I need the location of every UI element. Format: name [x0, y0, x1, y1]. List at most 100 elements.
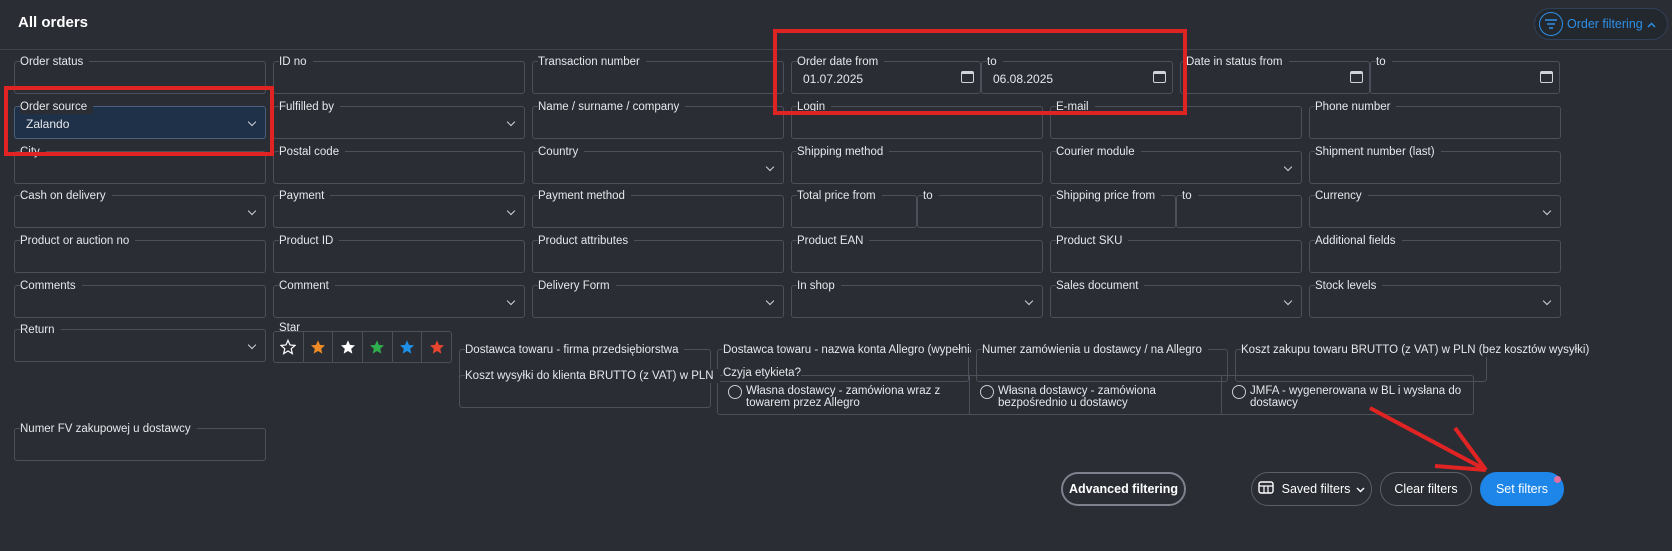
order-date-from-label: Order date from	[797, 55, 885, 69]
total-price-from-field[interactable]: Total price from	[791, 189, 917, 229]
name-surname-company-field[interactable]: Name / surname / company	[532, 100, 784, 140]
radio-circle-icon[interactable]	[728, 385, 742, 399]
transaction-number-field[interactable]: Transaction number	[532, 55, 784, 95]
product-id-field[interactable]: Product ID	[273, 234, 525, 274]
cash-on-delivery-label: Cash on delivery	[20, 189, 112, 203]
annotation-arrow-icon	[1369, 406, 1488, 472]
shipping-method-field[interactable]: Shipping method	[791, 145, 1043, 185]
return-field[interactable]: Return	[14, 323, 266, 363]
additional-fields-field[interactable]: Additional fields	[1309, 234, 1561, 274]
radio-option-wlasna-bezposrednio[interactable]: Własna dostawcy - zamówiona bezpośrednio…	[970, 376, 1222, 414]
return-label: Return	[20, 323, 61, 337]
sales-document-label: Sales document	[1056, 279, 1145, 293]
order-date-to-input[interactable]: 06.08.2025	[981, 61, 1173, 94]
city-field[interactable]: City	[14, 145, 266, 185]
product-attributes-field[interactable]: Product attributes	[532, 234, 784, 274]
dostawca-firma-label: Dostawca towaru - firma przedsiębiorstwa	[465, 343, 685, 357]
phone-number-label: Phone number	[1315, 100, 1397, 114]
shipping-price-to-field[interactable]: to	[1176, 189, 1302, 229]
city-input[interactable]	[14, 151, 266, 184]
stock-levels-field[interactable]: Stock levels	[1309, 279, 1561, 319]
id-no-field[interactable]: ID no	[273, 55, 525, 95]
product-ean-field[interactable]: Product EAN	[791, 234, 1043, 274]
sales-document-field[interactable]: Sales document	[1050, 279, 1302, 319]
date-in-status-to-field[interactable]: to	[1370, 55, 1560, 95]
name-surname-company-label: Name / surname / company	[538, 100, 686, 114]
comments-field[interactable]: Comments	[14, 279, 266, 319]
star-filter-group[interactable]	[273, 331, 452, 363]
in-shop-field[interactable]: In shop	[791, 279, 1043, 319]
order-date-to-field[interactable]: to 06.08.2025	[981, 55, 1173, 95]
star-red-icon[interactable]	[422, 332, 451, 362]
product-sku-field[interactable]: Product SKU	[1050, 234, 1302, 274]
payment-field[interactable]: Payment	[273, 189, 525, 229]
page-title: All orders	[18, 14, 89, 31]
cash-on-delivery-field[interactable]: Cash on delivery	[14, 189, 266, 229]
order-status-field[interactable]: Order status	[14, 55, 266, 95]
calendar-icon[interactable]	[1540, 71, 1553, 83]
star-blue-icon[interactable]	[393, 332, 423, 362]
star-orange-icon[interactable]	[304, 332, 334, 362]
date-in-status-to-input[interactable]	[1370, 61, 1560, 94]
payment-label: Payment	[279, 189, 331, 203]
postal-code-field[interactable]: Postal code	[273, 145, 525, 185]
order-date-from-value: 01.07.2025	[803, 72, 864, 86]
advanced-filtering-label: Advanced filtering	[1068, 482, 1179, 496]
shipment-number-field[interactable]: Shipment number (last)	[1309, 145, 1561, 185]
koszt-wysylki-field[interactable]: Koszt wysyłki do klienta BRUTTO (z VAT) …	[459, 369, 720, 409]
set-filters-label: Set filters	[1495, 482, 1549, 496]
calendar-icon[interactable]	[1153, 71, 1166, 83]
calendar-icon[interactable]	[961, 71, 974, 83]
date-in-status-from-field[interactable]: Date in status from	[1180, 55, 1370, 95]
order-date-from-field[interactable]: Order date from 01.07.2025	[791, 55, 981, 95]
radio-option-wlasna-allegro[interactable]: Własna dostawcy - zamówiona wraz z towar…	[718, 376, 970, 414]
numer-zamowienia-label: Numer zamówienia u dostawcy / na Allegro	[982, 343, 1208, 357]
order-filtering-toggle[interactable]: Order filtering	[1534, 8, 1668, 40]
order-filtering-label: Order filtering	[1567, 17, 1643, 31]
radio-circle-icon[interactable]	[1232, 385, 1246, 399]
notification-dot	[1554, 476, 1561, 483]
product-or-auction-no-field[interactable]: Product or auction no	[14, 234, 266, 274]
filter-icon	[1539, 12, 1563, 36]
transaction-number-label: Transaction number	[538, 55, 646, 69]
order-source-field[interactable]: Order source Zalando	[14, 100, 266, 140]
comment-field[interactable]: Comment	[273, 279, 525, 319]
total-price-to-label: to	[923, 189, 939, 203]
koszt-wysylki-label: Koszt wysyłki do klienta BRUTTO (z VAT) …	[465, 369, 720, 383]
date-in-status-from-label: Date in status from	[1186, 55, 1289, 69]
order-date-to-value: 06.08.2025	[993, 72, 1054, 86]
numer-fv-field[interactable]: Numer FV zakupowej u dostawcy	[14, 422, 266, 462]
star-white-icon[interactable]	[333, 332, 364, 362]
radio-option-label: Własna dostawcy - zamówiona bezpośrednio…	[998, 385, 1156, 409]
country-field[interactable]: Country	[532, 145, 784, 185]
chevron-down-icon	[1356, 482, 1365, 496]
currency-label: Currency	[1315, 189, 1368, 203]
calendar-icon[interactable]	[1350, 71, 1363, 83]
shipping-price-from-field[interactable]: Shipping price from	[1050, 189, 1176, 229]
numer-fv-label: Numer FV zakupowej u dostawcy	[20, 422, 197, 436]
login-field[interactable]: Login	[791, 100, 1043, 140]
date-in-status-to-label: to	[1376, 55, 1392, 69]
radio-circle-icon[interactable]	[980, 385, 994, 399]
star-green-icon[interactable]	[363, 332, 393, 362]
delivery-form-field[interactable]: Delivery Form	[532, 279, 784, 319]
comments-label: Comments	[20, 279, 82, 293]
payment-method-field[interactable]: Payment method	[532, 189, 784, 229]
email-field[interactable]: E-mail	[1050, 100, 1302, 140]
order-status-label: Order status	[20, 55, 90, 69]
chevron-up-icon	[1647, 17, 1656, 31]
dostawca-konta-label: Dostawca towaru - nazwa konta Allegro (w…	[723, 343, 971, 357]
id-no-label: ID no	[279, 55, 313, 69]
currency-field[interactable]: Currency	[1309, 189, 1561, 229]
star-outline-icon[interactable]	[274, 332, 304, 362]
advanced-filtering-button[interactable]: Advanced filtering	[1061, 472, 1186, 506]
stock-levels-label: Stock levels	[1315, 279, 1383, 293]
fulfilled-by-field[interactable]: Fulfilled by	[273, 100, 525, 140]
shipping-method-label: Shipping method	[797, 145, 890, 159]
courier-module-field[interactable]: Courier module	[1050, 145, 1302, 185]
total-price-to-field[interactable]: to	[917, 189, 1043, 229]
saved-filters-button[interactable]: Saved filters	[1251, 472, 1372, 506]
login-label: Login	[797, 100, 832, 114]
delivery-form-label: Delivery Form	[538, 279, 616, 293]
phone-number-field[interactable]: Phone number	[1309, 100, 1561, 140]
